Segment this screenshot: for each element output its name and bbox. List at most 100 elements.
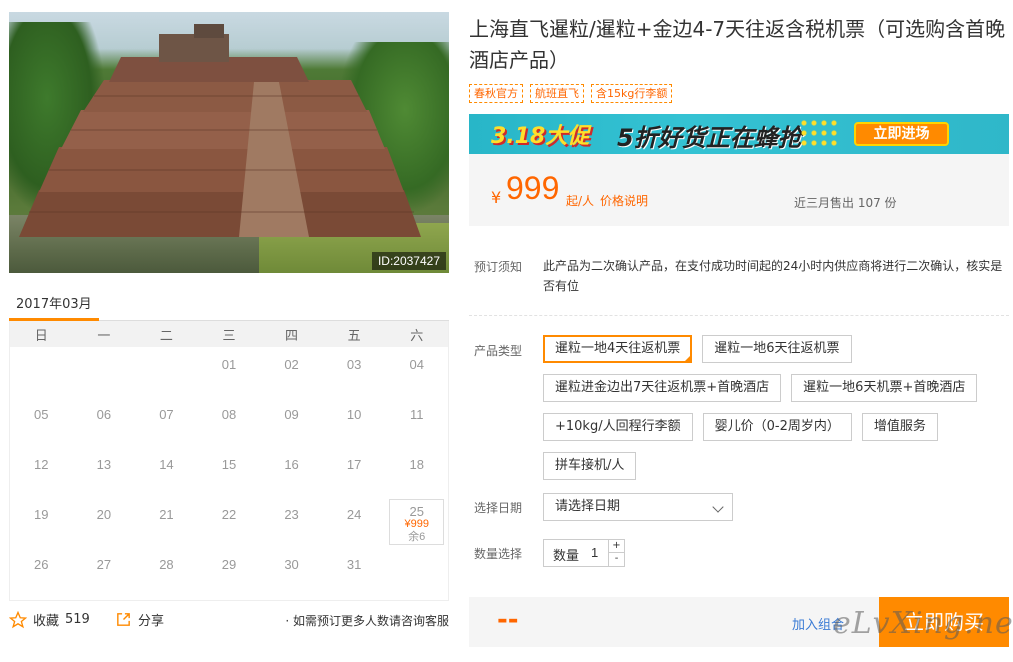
weekday-label: 二 (159, 328, 173, 344)
price-unit: 起/人 (566, 194, 595, 208)
calendar-day: 26 (34, 557, 49, 572)
product-photo: ID:2037427 (9, 12, 449, 273)
product-type-options: 暹粒一地4天往返机票 暹粒一地6天往返机票 暹粒进金边出7天往返机票+首晚酒店 … (543, 335, 1013, 480)
weekday-label: 日 (34, 328, 48, 344)
favorite-button[interactable]: 收藏 519 (9, 610, 90, 629)
banner-decoration (799, 118, 839, 150)
option-label: 暹粒一地4天往返机票 (555, 341, 681, 356)
favorite-count: 519 (65, 612, 90, 627)
weekday-label: 四 (285, 328, 299, 344)
calendar-month-tab[interactable]: 2017年03月 (16, 293, 92, 312)
date-label: 选择日期 (474, 501, 523, 515)
tag-badge: 春秋官方 (469, 84, 523, 103)
product-tags: 春秋官方 航班直飞 含15kg行李额 (469, 84, 673, 103)
product-option[interactable]: 暹粒进金边出7天往返机票+首晚酒店 (543, 374, 782, 402)
calendar-day-price: ¥999 (404, 518, 429, 530)
calendar-day-available[interactable]: 25 ¥999 余6 (389, 499, 444, 545)
date-select[interactable]: 请选择日期 (543, 493, 733, 521)
quantity-input[interactable]: 1 (591, 545, 598, 560)
product-option-selected[interactable]: 暹粒一地4天往返机票 (543, 335, 693, 363)
calendar-day: 18 (409, 457, 424, 472)
price-explain-link[interactable]: 价格说明 (600, 192, 648, 209)
calendar-day: 01 (221, 357, 237, 372)
weekday-label: 六 (410, 328, 424, 344)
selected-corner-icon (683, 354, 693, 363)
calendar-day: 21 (159, 507, 174, 522)
calendar-day: 02 (284, 357, 299, 372)
calendar-day: 14 (159, 457, 174, 472)
star-icon (9, 610, 27, 628)
calendar-day: 13 (96, 457, 112, 472)
notice-text: 此产品为二次确认产品，在支付成功时间起的24小时内供应商将进行二次确认，核实是否… (543, 259, 1003, 293)
weekday-label: 一 (97, 328, 111, 344)
product-option[interactable]: 婴儿价（0-2周岁内） (702, 413, 852, 441)
calendar-day: 19 (34, 507, 49, 522)
calendar-day-stock: 余6 (408, 531, 426, 543)
calendar: 日 一 二 三 四 五 六 01 02 03 04 05 06 07 08 09 10 11 12 13 14 15 16… (9, 321, 449, 601)
calendar-day: 04 (409, 357, 424, 372)
share-icon (117, 613, 130, 626)
temple-illustration (19, 24, 421, 237)
favorite-label: 收藏 (33, 614, 60, 629)
product-option[interactable]: 拼车接机/人 (543, 452, 637, 480)
price-amount: 999 (506, 170, 560, 206)
share-label: 分享 (138, 614, 165, 629)
calendar-day: 03 (346, 357, 362, 372)
consult-note: · 如需预订更多人数请咨询客服 (285, 614, 449, 628)
calendar-empty-cell (135, 347, 198, 397)
product-option[interactable]: 暹粒一地6天往返机票 (702, 335, 852, 363)
tag-badge: 航班直飞 (530, 84, 584, 103)
calendar-day: 10 (346, 407, 362, 422)
total-price: -- (497, 605, 519, 635)
sales-count: 近三月售出 107 份 (794, 196, 897, 210)
calendar-day-number: 25 (409, 504, 424, 519)
promo-banner-date: 3.18大促 (491, 124, 590, 149)
calendar-day: 08 (221, 407, 237, 422)
calendar-day: 05 (34, 407, 49, 422)
weekday-label: 五 (347, 328, 361, 344)
calendar-day: 31 (346, 557, 362, 572)
calendar-day: 30 (284, 557, 299, 572)
quantity-stepper: 数量 1 + - (543, 539, 625, 567)
site-watermark: eLvXing.net (833, 606, 1013, 641)
product-title: 上海直飞暹粒/暹粒+金边4-7天往返含税机票（可选购含首晚酒店产品） (469, 17, 1006, 72)
calendar-day: 06 (96, 407, 112, 422)
calendar-day: 27 (96, 557, 112, 572)
quantity-plus-button[interactable]: + (608, 540, 624, 553)
calendar-day: 17 (346, 457, 362, 472)
calendar-empty-cell (385, 547, 448, 597)
product-option[interactable]: 暹粒一地6天机票+首晚酒店 (791, 374, 978, 402)
promo-banner[interactable]: 3.18大促 5折好货正在蜂抢 立即进场 (469, 114, 1009, 154)
calendar-day: 23 (284, 507, 299, 522)
weekday-label: 三 (222, 328, 236, 344)
calendar-day: 24 (346, 507, 362, 522)
product-option[interactable]: +10kg/人回程行李额 (543, 413, 693, 441)
calendar-day: 11 (409, 407, 424, 422)
promo-enter-button[interactable]: 立即进场 (854, 122, 949, 146)
quantity-field-label: 数量 (553, 549, 580, 564)
calendar-day: 22 (221, 507, 237, 522)
chevron-down-icon (712, 501, 724, 513)
currency-symbol: ¥ (491, 188, 502, 207)
promo-banner-slogan: 5折好货正在蜂抢 (617, 124, 802, 152)
share-button[interactable]: 分享 (115, 610, 164, 629)
calendar-weekday-header: 日一二三四五六 (10, 321, 448, 347)
section-divider (469, 315, 1009, 316)
calendar-day: 28 (159, 557, 174, 572)
calendar-grid: 01 02 03 04 05 06 07 08 09 10 11 12 13 14 15 16 17 18 19 20… (10, 347, 448, 597)
quantity-minus-button[interactable]: - (608, 553, 624, 566)
calendar-day: 09 (284, 407, 299, 422)
notice-label: 预订须知 (474, 260, 523, 274)
bottom-actions: 收藏 519 分享 · 如需预订更多人数请咨询客服 (9, 610, 449, 634)
calendar-empty-cell (10, 347, 73, 397)
calendar-day: 20 (96, 507, 112, 522)
product-option[interactable]: 增值服务 (861, 413, 938, 441)
photo-id-label: ID:2037427 (371, 252, 446, 270)
quantity-label: 数量选择 (474, 547, 523, 561)
date-select-value: 请选择日期 (555, 499, 621, 514)
calendar-day: 29 (221, 557, 237, 572)
calendar-day: 16 (284, 457, 299, 472)
calendar-day: 07 (159, 407, 174, 422)
product-type-label: 产品类型 (474, 344, 523, 358)
calendar-day: 15 (221, 457, 237, 472)
